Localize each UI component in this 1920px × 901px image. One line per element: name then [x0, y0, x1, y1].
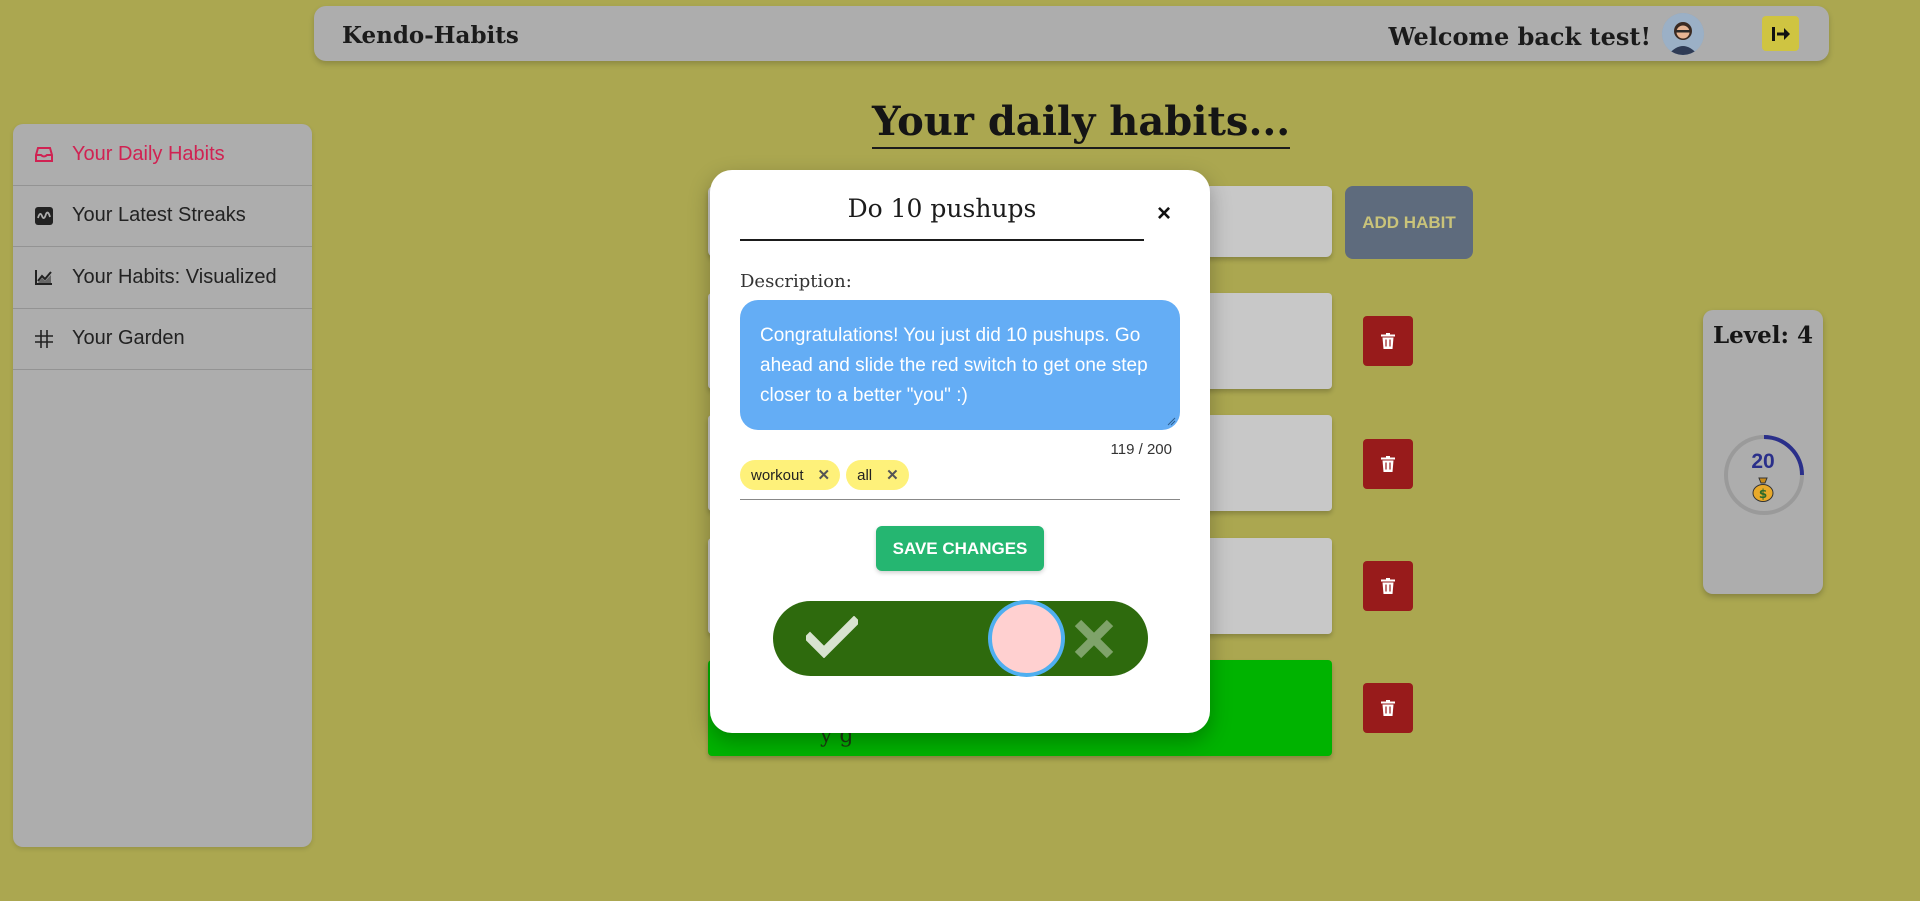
sidebar-item-daily-habits[interactable]: Your Daily Habits — [13, 124, 312, 186]
tag-label: workout — [751, 466, 804, 484]
delete-habit-button[interactable] — [1363, 683, 1413, 733]
page-title: Your daily habits... — [872, 98, 1291, 149]
char-counter: 119 / 200 — [1110, 441, 1172, 458]
resize-handle-icon[interactable] — [1166, 416, 1176, 426]
level-card: Level: 4 20 $ — [1703, 310, 1823, 594]
top-navbar: Kendo-Habits Welcome back test! — [314, 6, 1829, 61]
sidebar: Your Daily Habits Your Latest Streaks Yo… — [13, 124, 312, 847]
close-icon[interactable]: × — [1157, 200, 1171, 228]
description-textarea[interactable]: Congratulations! You just did 10 pushups… — [740, 300, 1180, 430]
delete-habit-button[interactable] — [1363, 561, 1413, 611]
remove-tag-icon[interactable]: ✕ — [818, 466, 831, 484]
tag-input[interactable]: workout ✕ all ✕ — [740, 460, 1180, 500]
svg-text:$: $ — [1759, 487, 1767, 501]
streak-icon — [33, 205, 55, 227]
money-bag-icon: $ — [1752, 477, 1774, 502]
sidebar-item-label: Your Habits: Visualized — [72, 265, 277, 288]
check-icon — [806, 616, 858, 658]
modal-title: Do 10 pushups — [740, 194, 1144, 241]
add-habit-button[interactable]: ADD HABIT — [1345, 186, 1473, 259]
sidebar-item-label: Your Garden — [72, 327, 185, 350]
save-changes-button[interactable]: SAVE CHANGES — [876, 526, 1044, 571]
description-label: Description: — [740, 271, 852, 292]
chart-icon — [33, 266, 55, 288]
trash-icon — [1381, 456, 1395, 472]
coin-progress-ring — [1724, 435, 1804, 515]
habit-modal: Do 10 pushups × Description: Congratulat… — [710, 170, 1210, 733]
logout-icon — [1771, 26, 1790, 41]
tag-chip[interactable]: all ✕ — [846, 460, 909, 490]
sidebar-item-garden[interactable]: Your Garden — [13, 309, 312, 370]
coin-count: 20 — [1751, 450, 1775, 473]
trash-icon — [1381, 578, 1395, 594]
trash-icon — [1381, 333, 1395, 349]
delete-habit-button[interactable] — [1363, 439, 1413, 489]
sidebar-item-habits-visualized[interactable]: Your Habits: Visualized — [13, 247, 312, 309]
description-text: Congratulations! You just did 10 pushups… — [760, 325, 1148, 406]
tag-chip[interactable]: workout ✕ — [740, 460, 841, 490]
tag-label: all — [857, 466, 873, 484]
sidebar-item-label: Your Daily Habits — [72, 142, 225, 165]
completion-toggle[interactable] — [773, 600, 1148, 677]
delete-habit-button[interactable] — [1363, 316, 1413, 366]
grid-icon — [33, 328, 55, 350]
user-avatar-icon — [1662, 13, 1704, 55]
toggle-knob[interactable] — [988, 600, 1065, 677]
inbox-icon — [33, 143, 55, 165]
welcome-text: Welcome back test! — [1388, 22, 1651, 51]
level-label: Level: 4 — [1712, 322, 1814, 349]
sidebar-item-label: Your Latest Streaks — [72, 204, 246, 227]
brand-title[interactable]: Kendo-Habits — [342, 22, 519, 49]
logout-button[interactable] — [1762, 16, 1799, 51]
remove-tag-icon[interactable]: ✕ — [886, 466, 899, 484]
cross-icon — [1074, 619, 1114, 659]
sidebar-item-latest-streaks[interactable]: Your Latest Streaks — [13, 186, 312, 247]
trash-icon — [1381, 700, 1395, 716]
avatar[interactable] — [1662, 13, 1704, 55]
